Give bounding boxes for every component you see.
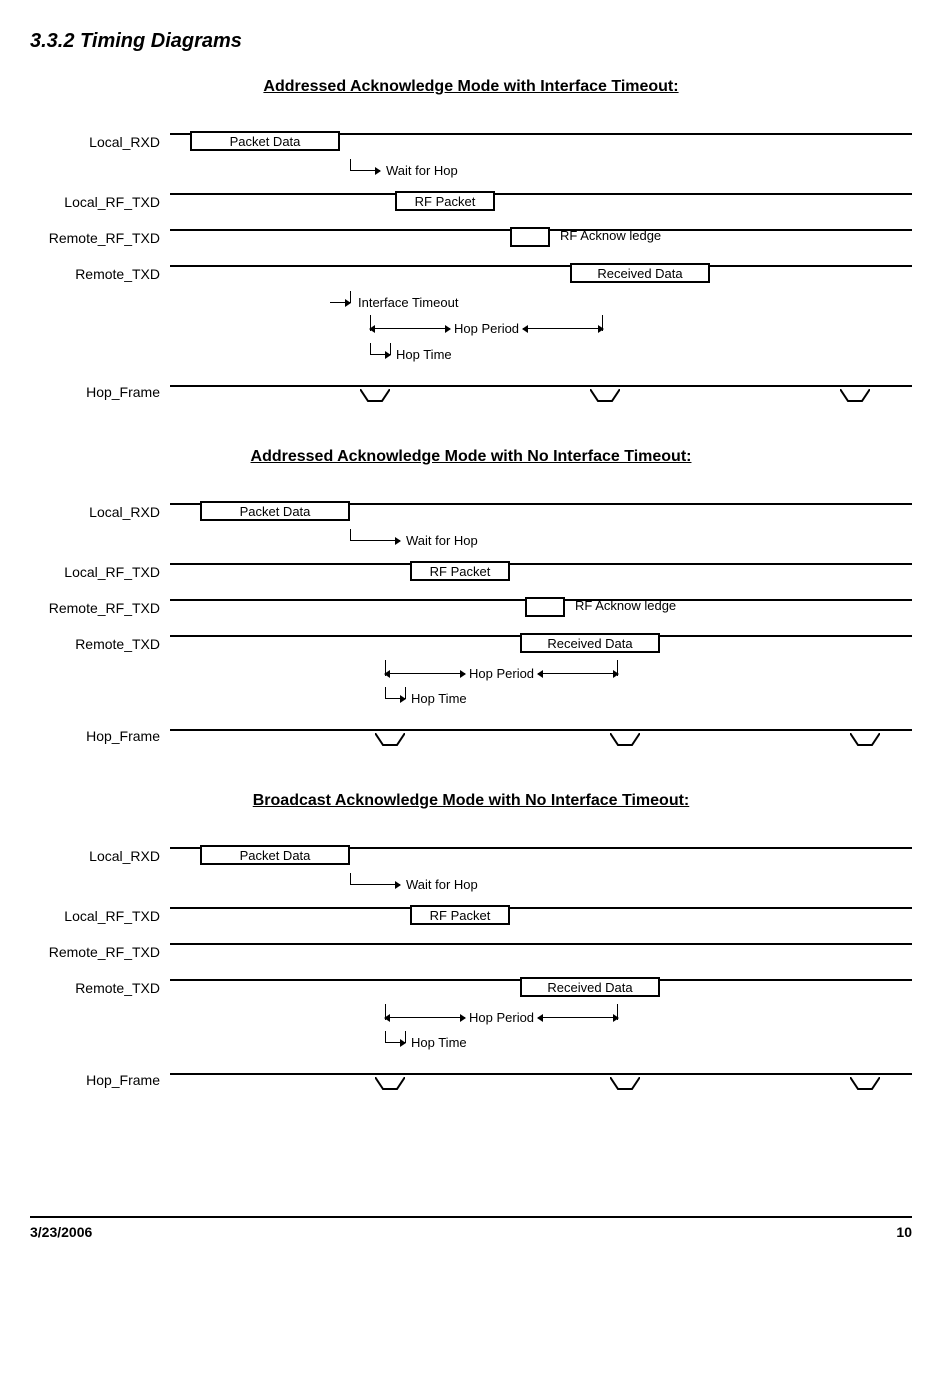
hop-notch	[590, 389, 620, 403]
bubble-rf-ack	[510, 227, 550, 247]
bubble-rf-packet-3: RF Packet	[410, 905, 510, 925]
diagram1-title: Addressed Acknowledge Mode with Interfac…	[30, 78, 912, 96]
bubble-packet-data-2: Packet Data	[200, 501, 350, 521]
label-remote-txd: Remote_TXD	[30, 266, 170, 282]
hop-notch	[610, 733, 640, 747]
label-remote-rf-txd-3: Remote_RF_TXD	[30, 944, 170, 960]
bubble-packet-data: Packet Data	[190, 131, 340, 151]
label-remote-txd-2: Remote_TXD	[30, 636, 170, 652]
footer-date: 3/23/2006	[30, 1224, 92, 1240]
label-hop-frame-3: Hop_Frame	[30, 1072, 170, 1088]
bubble-received-data-2: Received Data	[520, 633, 660, 653]
annot-wait-for-hop-3: Wait for Hop	[406, 877, 478, 892]
bubble-rf-packet-2: RF Packet	[410, 561, 510, 581]
annot-hop-period-1: Hop Period	[454, 321, 519, 336]
section-heading: 3.3.2 Timing Diagrams	[30, 30, 912, 53]
label-remote-rf-txd-2: Remote_RF_TXD	[30, 600, 170, 616]
diagram1: Local_RXD Packet Data Wait for Hop Local…	[30, 126, 912, 408]
label-remote-rf-txd: Remote_RF_TXD	[30, 230, 170, 246]
bubble-received-data-3: Received Data	[520, 977, 660, 997]
bubble-rf-packet: RF Packet	[395, 191, 495, 211]
hop-notch	[375, 733, 405, 747]
bubble-received-data: Received Data	[570, 263, 710, 283]
annot-hop-time-3: Hop Time	[411, 1035, 467, 1050]
label-local-rf-txd: Local_RF_TXD	[30, 194, 170, 210]
hop-notch	[360, 389, 390, 403]
annot-hop-period-2: Hop Period	[469, 666, 534, 681]
page-footer: 3/23/2006 10	[30, 1216, 912, 1240]
bubble-packet-data-3: Packet Data	[200, 845, 350, 865]
annot-interface-timeout: Interface Timeout	[358, 295, 458, 310]
bubble-rf-ack-label: RF Acknow ledge	[560, 228, 661, 243]
label-local-rf-txd-2: Local_RF_TXD	[30, 564, 170, 580]
diagram3: Local_RXD Packet Data Wait for Hop Local…	[30, 840, 912, 1096]
label-local-rf-txd-3: Local_RF_TXD	[30, 908, 170, 924]
annot-wait-for-hop-1: Wait for Hop	[386, 163, 458, 178]
bubble-rf-ack-2	[525, 597, 565, 617]
hop-notch	[850, 733, 880, 747]
label-remote-txd-3: Remote_TXD	[30, 980, 170, 996]
annot-hop-time-1: Hop Time	[396, 347, 452, 362]
hop-notch	[375, 1077, 405, 1091]
label-local-rxd: Local_RXD	[30, 134, 170, 150]
label-hop-frame: Hop_Frame	[30, 384, 170, 400]
annot-hop-period-3: Hop Period	[469, 1010, 534, 1025]
label-local-rxd-2: Local_RXD	[30, 504, 170, 520]
label-local-rxd-3: Local_RXD	[30, 848, 170, 864]
footer-page: 10	[896, 1224, 912, 1240]
hop-notch	[610, 1077, 640, 1091]
hop-notch	[850, 1077, 880, 1091]
annot-hop-time-2: Hop Time	[411, 691, 467, 706]
hop-notch	[840, 389, 870, 403]
diagram2-title: Addressed Acknowledge Mode with No Inter…	[30, 448, 912, 466]
diagram3-title: Broadcast Acknowledge Mode with No Inter…	[30, 792, 912, 810]
label-hop-frame-2: Hop_Frame	[30, 728, 170, 744]
diagram2: Local_RXD Packet Data Wait for Hop Local…	[30, 496, 912, 752]
annot-wait-for-hop-2: Wait for Hop	[406, 533, 478, 548]
bubble-rf-ack-label-2: RF Acknow ledge	[575, 598, 676, 613]
